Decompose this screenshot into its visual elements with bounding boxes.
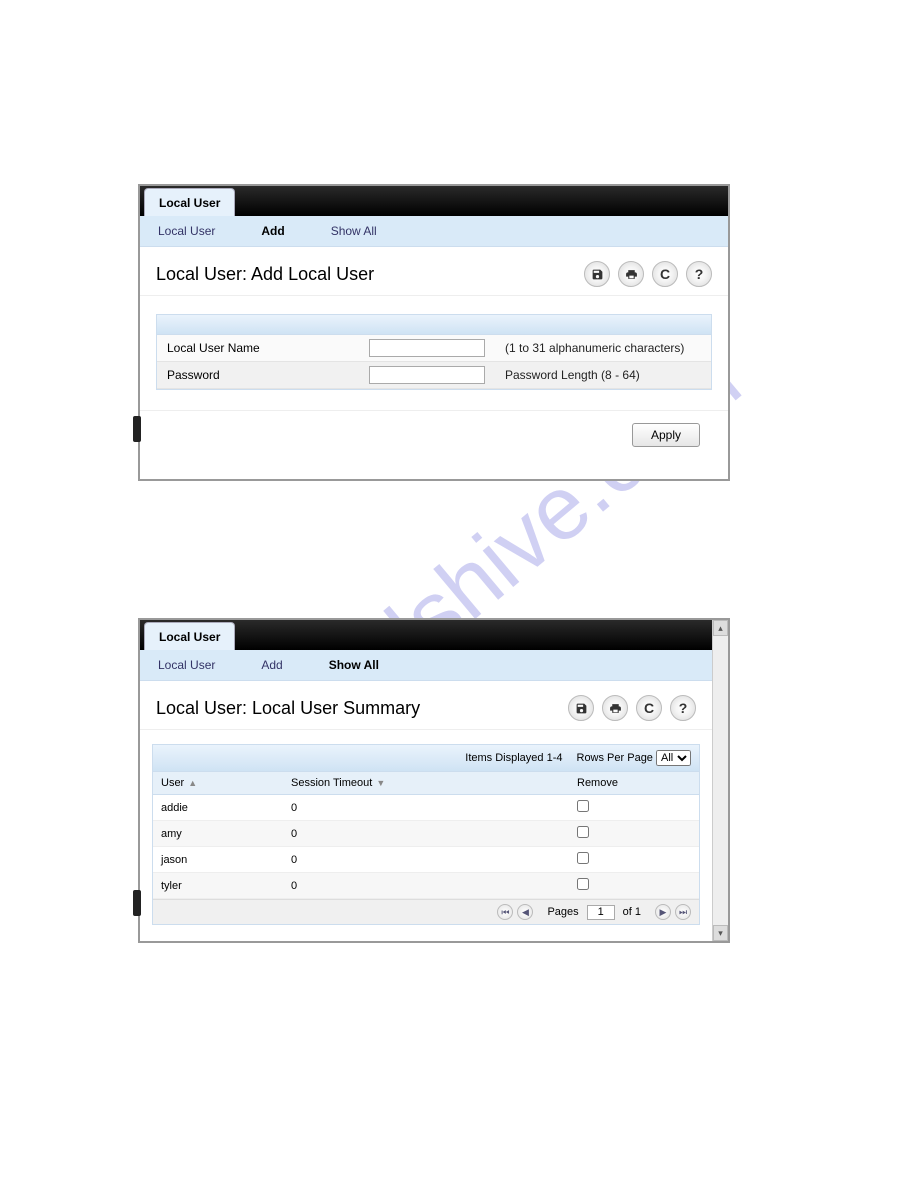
scroll-track[interactable]	[713, 636, 728, 925]
cell-timeout: 0	[283, 795, 569, 821]
sub-tabbar: Local User Add Show All	[140, 216, 728, 247]
pages-label: Pages	[547, 906, 578, 918]
col-remove: Remove	[569, 772, 699, 795]
input-password[interactable]	[369, 366, 485, 384]
title-row: Local User: Add Local User C ?	[140, 247, 728, 296]
pager-current-input[interactable]	[587, 905, 615, 920]
cell-user: amy	[153, 821, 283, 847]
label-user-name: Local User Name	[157, 336, 367, 360]
table-row: jason0	[153, 847, 699, 873]
table-row: tyler0	[153, 873, 699, 899]
cell-user: tyler	[153, 873, 283, 899]
hint-user-name: (1 to 31 alphanumeric characters)	[497, 337, 692, 359]
scrollbar[interactable]: ▴ ▾	[712, 620, 728, 941]
tab-local-user[interactable]: Local User	[144, 188, 235, 216]
tab-local-user[interactable]: Local User	[144, 622, 235, 650]
pager: ⏮ ◀ Pages of 1 ▶ ⏭	[153, 899, 699, 924]
table-toolbar: Items Displayed 1-4 Rows Per Page All	[153, 745, 699, 771]
title-row: Local User: Local User Summary C ?	[140, 681, 712, 730]
save-icon[interactable]	[584, 261, 610, 287]
sort-asc-icon: ▲	[188, 778, 197, 788]
collapse-handle-icon[interactable]	[140, 890, 141, 916]
cell-timeout: 0	[283, 821, 569, 847]
main-tabbar: Local User	[140, 186, 728, 216]
hint-password: Password Length (8 - 64)	[497, 364, 648, 386]
remove-checkbox[interactable]	[577, 826, 589, 838]
cell-user: addie	[153, 795, 283, 821]
print-icon[interactable]	[618, 261, 644, 287]
subtab-show-all[interactable]: Show All	[323, 656, 385, 674]
label-password: Password	[157, 363, 367, 387]
save-icon[interactable]	[568, 695, 594, 721]
cell-user: jason	[153, 847, 283, 873]
pager-first-icon[interactable]: ⏮	[497, 904, 513, 920]
cell-timeout: 0	[283, 847, 569, 873]
cell-timeout: 0	[283, 873, 569, 899]
help-icon[interactable]: ?	[670, 695, 696, 721]
collapse-handle-icon[interactable]	[133, 416, 141, 442]
print-icon[interactable]	[602, 695, 628, 721]
pager-of-label: of 1	[623, 906, 641, 918]
scroll-down-icon[interactable]: ▾	[713, 925, 728, 941]
col-session-timeout[interactable]: Session Timeout▼	[283, 772, 569, 795]
action-icons: C ?	[568, 695, 696, 721]
rows-per-page-label: Rows Per Page	[577, 752, 653, 764]
subtab-local-user[interactable]: Local User	[152, 656, 221, 674]
col-user[interactable]: User▲	[153, 772, 283, 795]
refresh-icon[interactable]: C	[636, 695, 662, 721]
user-summary-panel: Local User Local User Add Show All Local…	[138, 618, 730, 943]
cell-remove	[569, 795, 699, 821]
table-row: amy0	[153, 821, 699, 847]
scroll-up-icon[interactable]: ▴	[713, 620, 728, 636]
cell-remove	[569, 821, 699, 847]
pager-next-icon[interactable]: ▶	[655, 904, 671, 920]
items-displayed-label: Items Displayed 1-4	[465, 752, 562, 764]
subtab-show-all[interactable]: Show All	[325, 222, 383, 240]
rows-per-page-select[interactable]: All	[656, 750, 691, 766]
sort-icon: ▼	[376, 778, 385, 788]
remove-checkbox[interactable]	[577, 852, 589, 864]
cell-remove	[569, 847, 699, 873]
main-tabbar: Local User	[140, 620, 712, 650]
pager-last-icon[interactable]: ⏭	[675, 904, 691, 920]
help-icon[interactable]: ?	[686, 261, 712, 287]
input-user-name[interactable]	[369, 339, 485, 357]
subtab-add[interactable]: Add	[255, 656, 288, 674]
sub-tabbar: Local User Add Show All	[140, 650, 712, 681]
page-title: Local User: Add Local User	[156, 264, 374, 285]
user-table: Items Displayed 1-4 Rows Per Page All Us…	[152, 744, 700, 925]
form-header-bar	[157, 315, 711, 335]
remove-checkbox[interactable]	[577, 800, 589, 812]
row-user-name: Local User Name (1 to 31 alphanumeric ch…	[157, 335, 711, 362]
table-row: addie0	[153, 795, 699, 821]
action-icons: C ?	[584, 261, 712, 287]
subtab-local-user[interactable]: Local User	[152, 222, 221, 240]
row-password: Password Password Length (8 - 64)	[157, 362, 711, 389]
action-row: Apply	[140, 410, 728, 461]
add-local-user-panel: Local User Local User Add Show All Local…	[138, 184, 730, 481]
cell-remove	[569, 873, 699, 899]
add-user-form: Local User Name (1 to 31 alphanumeric ch…	[156, 314, 712, 390]
subtab-add[interactable]: Add	[255, 222, 290, 240]
refresh-icon[interactable]: C	[652, 261, 678, 287]
remove-checkbox[interactable]	[577, 878, 589, 890]
pager-prev-icon[interactable]: ◀	[517, 904, 533, 920]
page-title: Local User: Local User Summary	[156, 698, 420, 719]
apply-button[interactable]: Apply	[632, 423, 700, 447]
